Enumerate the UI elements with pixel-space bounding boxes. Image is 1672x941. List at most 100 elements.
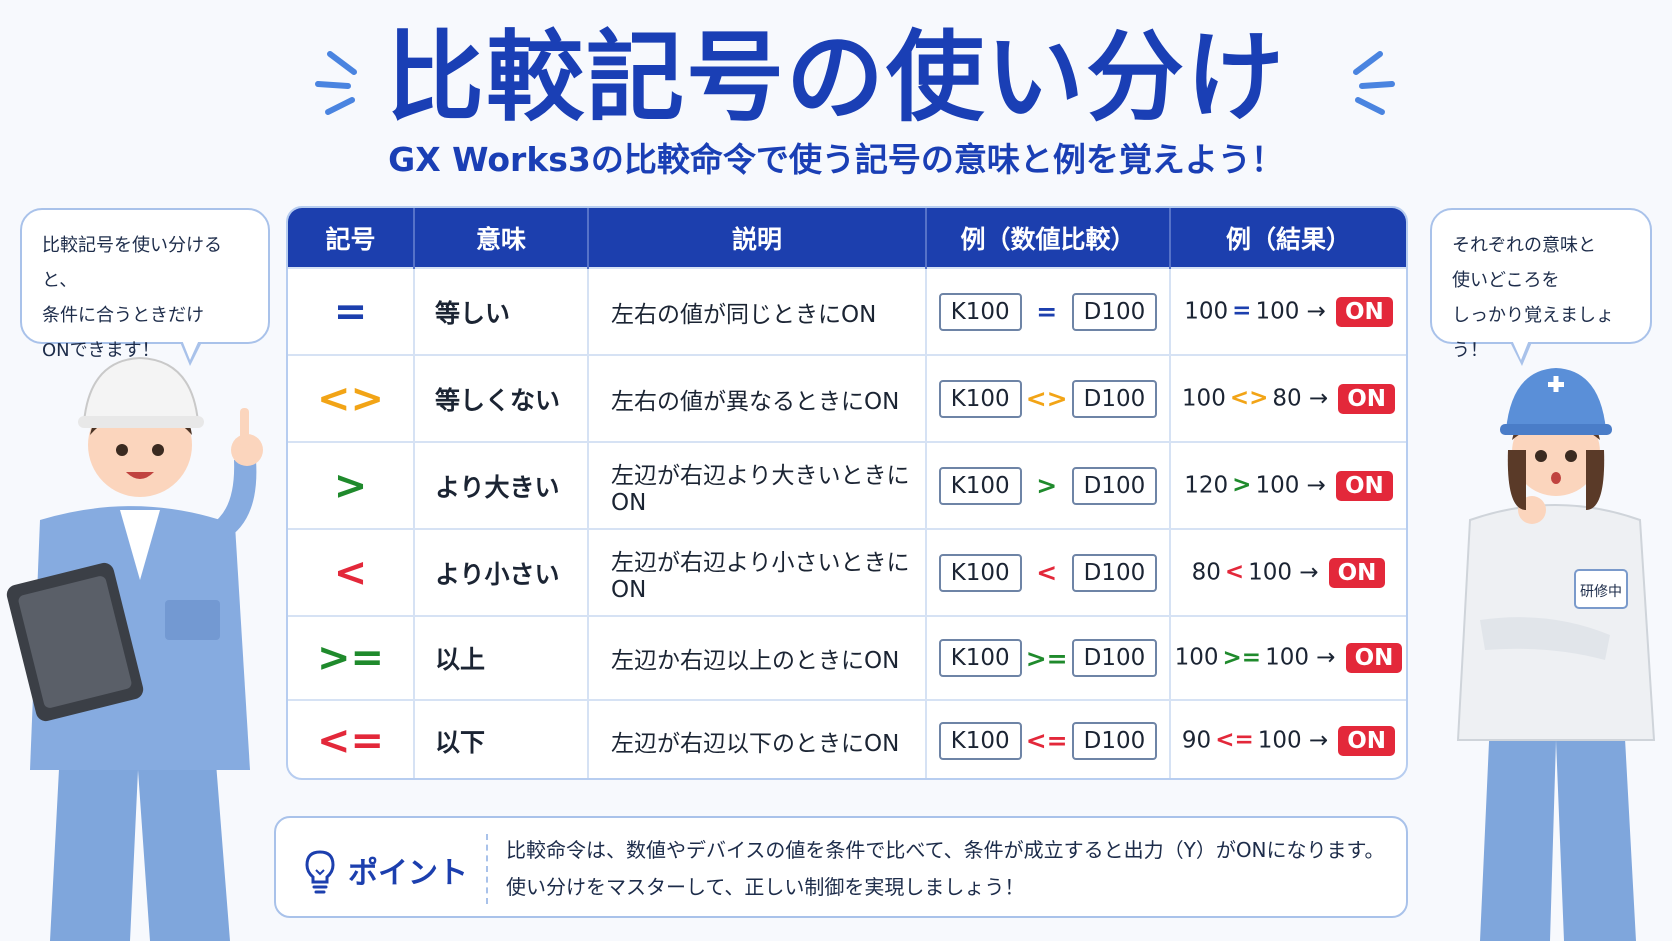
example-left-operand: K100	[938, 379, 1022, 418]
example-operator: <=	[1025, 726, 1068, 755]
row-example-result: 100 = 100 → ON	[1170, 267, 1406, 355]
row-meaning: より大きい	[414, 441, 589, 529]
result-left-value: 100	[1181, 385, 1226, 411]
row-example-result: 100 <> 80 → ON	[1170, 354, 1406, 442]
example-right-operand: D100	[1071, 292, 1158, 331]
point-label: ポイント	[348, 856, 468, 891]
result-left-value: 100	[1174, 644, 1219, 671]
row-example-result: 80 <100 → ON	[1170, 528, 1406, 616]
lightbulb-icon	[305, 850, 335, 894]
header-example-result: 例（結果）	[1170, 208, 1406, 268]
row-description: 左辺が右辺以下のときにON	[588, 699, 927, 778]
header-meaning: 意味	[414, 208, 589, 268]
result-right-value: 100	[1248, 559, 1293, 585]
bubble-right-line-1: それぞれの意味と	[1452, 235, 1596, 256]
on-badge: ON	[1328, 557, 1386, 588]
table-row: >= 以上 左辺か右辺以上のときにON K100 >= D100 100 >= 100 …	[288, 615, 1406, 700]
bubble-right-line-2: 使いどころを	[1452, 270, 1560, 291]
example-left-operand: K100	[938, 721, 1022, 760]
table-row: < より小さい 左辺が右辺より小さいときにON K100 < D100 80 <100…	[288, 528, 1406, 616]
example-right-operand: D100	[1071, 639, 1158, 677]
result-arrow: →	[1308, 385, 1329, 411]
example-left-operand: K100	[938, 553, 1022, 592]
row-meaning: 等しくない	[414, 354, 589, 442]
example-operator: =	[1036, 297, 1058, 326]
point-line-1: 比較命令は、数値やデバイスの値を条件で比べて、条件が成立すると出力（Y）がONに…	[506, 838, 1385, 862]
result-operator: >	[1232, 472, 1252, 498]
row-symbol: <=	[288, 699, 415, 778]
result-right-value: 100	[1255, 298, 1300, 324]
speech-bubble-left: 比較記号を使い分けると、 条件に合うときだけ ONできます！	[20, 208, 270, 361]
page-title: 比較記号の使い分け	[385, 21, 1286, 135]
bubble-right-line-3: しっかり覚えましょう！	[1452, 305, 1614, 361]
on-badge: ON	[1338, 383, 1396, 414]
result-left-value: 120	[1184, 472, 1229, 498]
bubble-left-line-2: 条件に合うときだけ	[42, 305, 204, 326]
row-description: 左辺が右辺より大きいときにON	[588, 441, 927, 529]
name-badge-text: 研修中	[1580, 584, 1622, 600]
result-arrow: →	[1306, 472, 1326, 498]
table-row: <= 以下 左辺が右辺以下のときにON K100 <= D100 90 <= 100 →…	[288, 699, 1406, 778]
table-header-row: 記号 意味 説明 例（数値比較） 例（結果）	[288, 208, 1406, 268]
point-divider	[486, 834, 488, 904]
row-symbol: =	[288, 267, 415, 355]
row-description: 左右の値が同じときにON	[588, 267, 927, 355]
example-left-operand: K100	[938, 292, 1022, 331]
female-worker-illustration: 研修中	[1456, 368, 1656, 941]
row-meaning: 等しい	[414, 267, 589, 355]
result-operator: >=	[1222, 644, 1262, 671]
result-arrow: →	[1316, 644, 1336, 671]
on-badge: ON	[1345, 643, 1403, 673]
result-arrow: →	[1299, 559, 1319, 585]
on-badge: ON	[1335, 296, 1393, 327]
sparkle-lines-left-icon	[315, 51, 357, 115]
result-arrow: →	[1308, 727, 1329, 753]
speech-bubble-right: それぞれの意味と 使いどころを しっかり覚えましょう！	[1430, 208, 1652, 361]
on-badge: ON	[1338, 725, 1396, 756]
point-line-2: 使い分けをマスターして、正しい制御を実現しましょう！	[506, 875, 1025, 899]
table-row: > より大きい 左辺が右辺より大きいときにON K100 > D100 120 >10…	[288, 441, 1406, 529]
row-example-result: 120 >100 → ON	[1170, 441, 1406, 529]
result-right-value: 100	[1257, 727, 1302, 753]
page-subtitle: GX Works3の比較命令で使う記号の意味と例を覚えよう！	[388, 140, 1284, 179]
result-left-value: 90	[1181, 727, 1212, 753]
row-description: 左辺か右辺以上のときにON	[588, 615, 927, 700]
point-text: 比較命令は、数値やデバイスの値を条件で比べて、条件が成立すると出力（Y）がONに…	[506, 832, 1385, 906]
row-example-compare: K100 >= D100	[926, 615, 1171, 700]
row-example-compare: K100 < D100	[926, 528, 1171, 616]
table-row: = 等しい 左右の値が同じときにON K100 = D100 100 = 100 → ON	[288, 267, 1406, 355]
example-right-operand: D100	[1071, 379, 1158, 418]
example-operator: >	[1036, 471, 1058, 500]
result-left-value: 100	[1184, 298, 1229, 324]
example-right-operand: D100	[1071, 553, 1158, 592]
row-meaning: より小さい	[414, 528, 589, 616]
row-symbol: <	[288, 528, 415, 616]
result-arrow: →	[1306, 298, 1326, 324]
row-example-compare: K100 <> D100	[926, 354, 1171, 442]
bubble-right-tail-inner	[1512, 340, 1529, 360]
on-badge: ON	[1335, 470, 1393, 501]
male-worker-illustration	[6, 356, 263, 941]
example-left-operand: K100	[938, 639, 1022, 677]
row-example-compare: K100 > D100	[926, 441, 1171, 529]
row-meaning: 以上	[414, 615, 589, 700]
result-left-value: 80	[1191, 559, 1221, 585]
point-box: ポイント 比較命令は、数値やデバイスの値を条件で比べて、条件が成立すると出力（Y…	[274, 816, 1408, 918]
header-example-compare: 例（数値比較）	[926, 208, 1171, 268]
result-operator: =	[1232, 298, 1252, 324]
row-symbol: <>	[288, 354, 415, 442]
result-operator: <>	[1229, 385, 1269, 411]
row-symbol: >=	[288, 615, 415, 700]
table-row: <> 等しくない 左右の値が異なるときにON K100 <> D100 100 <> 8…	[288, 354, 1406, 442]
row-description: 左辺が右辺より小さいときにON	[588, 528, 927, 616]
row-description: 左右の値が異なるときにON	[588, 354, 927, 442]
row-example-compare: K100 = D100	[926, 267, 1171, 355]
row-example-result: 90 <= 100 → ON	[1170, 699, 1406, 778]
result-operator: <	[1224, 559, 1245, 585]
result-right-value: 80	[1272, 385, 1302, 411]
result-operator: <=	[1215, 727, 1254, 753]
header-description: 説明	[588, 208, 927, 268]
example-operator: <	[1036, 558, 1058, 587]
header-symbol: 記号	[288, 208, 415, 268]
sparkle-lines-right-icon	[1353, 51, 1395, 115]
